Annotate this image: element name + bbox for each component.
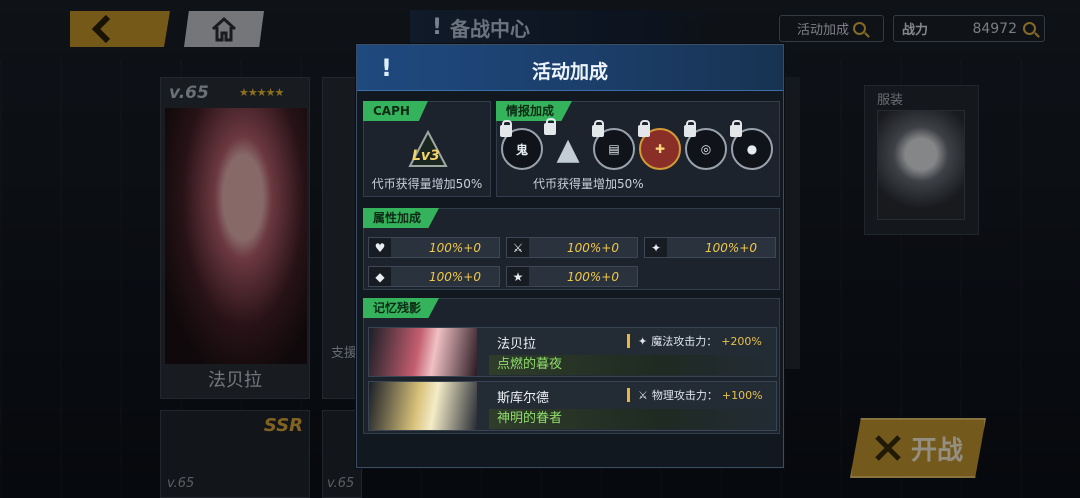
- lock-icon: [684, 120, 696, 137]
- caph-section: CAPH Lv3 代币获得量增加50%: [363, 101, 491, 197]
- lock-icon: [638, 120, 650, 137]
- section-tag: 情报加成: [496, 101, 573, 121]
- emblem-6-icon[interactable]: ●: [730, 120, 773, 170]
- lock-icon: [730, 120, 742, 137]
- wand-icon: ✦: [638, 334, 648, 348]
- emblem-1-icon[interactable]: 鬼: [500, 120, 543, 170]
- character-portrait: [369, 328, 477, 376]
- character-name: 斯库尔德: [497, 391, 550, 406]
- event-bonus-modal: ! 活动加成 CAPH Lv3 代币获得量增加50% 情报加成 鬼 ▲ ▤ ✚ …: [356, 44, 784, 468]
- modal-header: ! 活动加成: [357, 45, 783, 91]
- lock-icon: [544, 118, 556, 135]
- intel-section: 情报加成 鬼 ▲ ▤ ✚ ◎ ● 代币获得量增加50%: [496, 101, 780, 197]
- attribute-section: 属性加成 ♥ 100%+0 ⚔ 100%+0 ✦ 100%+0 ◆ 100%+0 ★ 10…: [363, 208, 780, 290]
- section-tag: 记忆残影: [363, 298, 440, 318]
- caph-badge-icon: Lv3: [406, 129, 450, 170]
- attribute-grid: ♥ 100%+0 ⚔ 100%+0 ✦ 100%+0 ◆ 100%+0 ★ 100%+0: [368, 237, 776, 287]
- attribute-special: ★ 100%+0: [506, 266, 638, 287]
- star-icon: ★: [507, 267, 529, 286]
- wand-icon: ✦: [645, 238, 667, 257]
- memory-row[interactable]: 斯库尔德 ⚔ 物理攻击力： +100% 神明的眷者: [368, 381, 777, 431]
- section-tag: CAPH: [363, 101, 428, 121]
- section-tag: 属性加成: [363, 208, 440, 228]
- character-name: 法贝拉: [497, 337, 537, 352]
- memory-title: 点燃的暮夜: [489, 355, 773, 375]
- effect-marker: [627, 334, 630, 348]
- memory-row[interactable]: 法贝拉 ✦ 魔法攻击力： +200% 点燃的暮夜: [368, 327, 777, 377]
- sword-icon: ⚔: [507, 238, 529, 257]
- attribute-defense: ◆ 100%+0: [368, 266, 500, 287]
- intel-bonus-text: 代币获得量增加50%: [533, 177, 644, 191]
- sword-icon: ⚔: [638, 388, 648, 402]
- memory-section: 记忆残影 法贝拉 ✦ 魔法攻击力： +200% 点燃的暮夜 斯库尔德 ⚔ 物理攻…: [363, 298, 780, 434]
- attribute-magic: ✦ 100%+0: [644, 237, 776, 258]
- emblem-palantir-icon[interactable]: ▲: [544, 118, 589, 170]
- heart-icon: ♥: [369, 238, 391, 257]
- effect-marker: [627, 388, 630, 402]
- memory-effect: ✦ 魔法攻击力： +200%: [627, 333, 762, 349]
- modal-title: 活动加成: [531, 61, 608, 83]
- emblem-red-icon[interactable]: ✚: [638, 120, 681, 170]
- character-portrait: [369, 382, 477, 430]
- emblem-row: 鬼 ▲ ▤ ✚ ◎ ●: [500, 118, 773, 170]
- emblem-3-icon[interactable]: ▤: [592, 120, 635, 170]
- lock-icon: [500, 120, 512, 137]
- caph-bonus-text: 代币获得量增加50%: [371, 177, 483, 191]
- memory-title: 神明的眷者: [489, 409, 773, 429]
- emblem-5-icon[interactable]: ◎: [684, 120, 727, 170]
- attribute-physical: ⚔ 100%+0: [506, 237, 638, 258]
- shield-icon: ◆: [369, 267, 391, 286]
- memory-effect: ⚔ 物理攻击力： +100%: [627, 387, 763, 403]
- lock-icon: [592, 120, 604, 137]
- attribute-hp: ♥ 100%+0: [368, 237, 500, 258]
